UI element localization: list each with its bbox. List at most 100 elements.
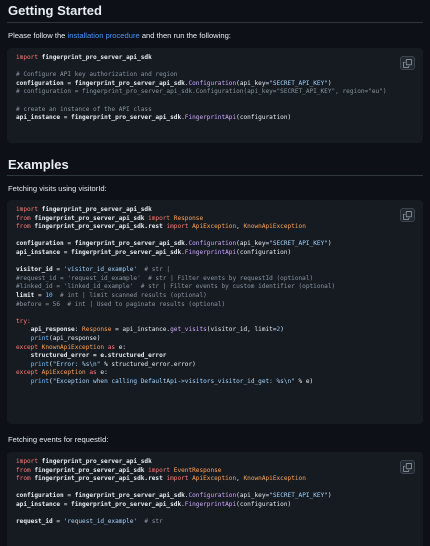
code-token: api_instance — [16, 500, 61, 508]
code-token: print — [30, 360, 50, 368]
code-token: import — [148, 214, 171, 222]
code-comment: # Configure API key authorization and re… — [16, 71, 178, 79]
copy-icon — [403, 58, 412, 68]
code-token: fingerprint_pro_server_api_sdk — [38, 458, 152, 465]
code-token: KnownApiException — [243, 475, 306, 483]
code-token: % structured_error.error) — [100, 360, 196, 368]
installation-procedure-link[interactable]: installation procedure — [68, 31, 140, 40]
code-token: configuration — [16, 79, 64, 87]
code-token: import — [16, 458, 39, 465]
code-token: = — [63, 79, 75, 87]
copy-button[interactable] — [400, 460, 415, 474]
code-token: 'visitor_id_example' — [63, 266, 138, 274]
code-token: fingerprint_pro_server_api_sdk.rest — [30, 223, 167, 231]
copy-button[interactable] — [400, 56, 415, 70]
intro-text-before: Please follow the — [8, 31, 68, 40]
code-token: e: — [115, 343, 127, 351]
code-comment: # configuration = fingerprint_pro_server… — [16, 88, 387, 96]
code-comment: # int | limit scanned results (optional) — [52, 291, 207, 299]
code-token: = — [60, 500, 72, 508]
code-comment: #linked_id = 'linked_id_example' # str |… — [16, 283, 336, 291]
code-token: ApiException — [188, 475, 237, 483]
code-block-get-event: import fingerprint_pro_server_api_sdk fr… — [7, 452, 423, 546]
code-token: (configuration) — [236, 114, 292, 122]
code-token: KnownApiException — [38, 343, 105, 351]
code-text: import fingerprint_pro_server_api_sdk fr… — [16, 206, 414, 386]
code-token: ) — [327, 492, 332, 500]
code-block-getting-started: import fingerprint_pro_server_api_sdk # … — [7, 48, 423, 143]
code-token: configuration — [16, 240, 64, 248]
code-token: from — [16, 223, 31, 231]
heading-divider — [7, 22, 423, 23]
code-token: = — [52, 518, 64, 526]
code-token: limit — [16, 291, 35, 299]
code-token: 'request_id_example' — [63, 518, 138, 526]
code-token: Response — [82, 326, 112, 334]
copy-icon — [403, 210, 412, 220]
code-token: from — [16, 466, 31, 474]
code-token: KnownApiException — [243, 223, 306, 231]
examples-heading: Examples — [8, 157, 69, 172]
code-token: except — [16, 343, 39, 351]
code-token: visitor_id — [16, 266, 53, 274]
code-token: Configuration — [188, 79, 237, 87]
heading-divider — [7, 175, 423, 176]
code-token: "SECRET_API_KEY" — [269, 492, 328, 500]
code-token: = — [34, 291, 46, 299]
code-token: (configuration) — [236, 500, 292, 508]
code-token: (api_key= — [236, 492, 270, 500]
code-token: as — [104, 343, 116, 351]
code-token: : — [74, 326, 83, 334]
code-comment: # str — [137, 518, 163, 526]
code-token: fingerprint_pro_server_api_sdk.rest — [30, 475, 167, 483]
code-comment: #request_id = 'request_id_example' # str… — [16, 274, 314, 282]
code-token: (configuration) — [236, 248, 292, 256]
code-token: except — [16, 369, 39, 377]
code-token: ApiException — [38, 369, 86, 377]
code-text: import fingerprint_pro_server_api_sdk fr… — [16, 458, 414, 527]
copy-icon — [403, 462, 412, 472]
code-token: "SECRET_API_KEY" — [269, 240, 328, 248]
code-token: = — [60, 248, 72, 256]
code-text: import fingerprint_pro_server_api_sdk # … — [16, 54, 414, 123]
code-token: = — [63, 492, 75, 500]
getting-started-intro: Please follow the installation procedure… — [8, 31, 231, 40]
code-token: as — [85, 369, 97, 377]
intro-text-after: and then run the following: — [139, 31, 231, 40]
getting-started-heading: Getting Started — [8, 3, 102, 18]
code-token: "Error: %s\n" — [52, 360, 101, 368]
code-token: fingerprint_pro_server_api_sdk — [71, 114, 182, 122]
code-token: configuration — [16, 492, 64, 500]
code-token: fingerprint_pro_server_api_sdk — [71, 248, 182, 256]
code-token: EventResponse — [170, 466, 222, 474]
code-token: from — [16, 214, 31, 222]
code-token: 10 — [45, 291, 53, 299]
code-comment: #before = 56 # int | Used to paginate re… — [16, 300, 226, 308]
readme-page: Getting Started Please follow the instal… — [0, 0, 430, 546]
copy-button[interactable] — [400, 208, 415, 222]
code-token: import — [16, 54, 39, 61]
code-token: fingerprint_pro_server_api_sdk — [30, 214, 149, 222]
code-comment: # create an instance of the API class — [16, 105, 152, 113]
code-token: FingerprintApi — [184, 114, 237, 122]
code-token: import — [166, 223, 189, 231]
code-token: fingerprint_pro_server_api_sdk — [74, 240, 185, 248]
code-token: try: — [16, 317, 31, 325]
code-token: fingerprint_pro_server_api_sdk — [74, 79, 185, 87]
code-token: import — [166, 475, 189, 483]
code-block-get-visits: import fingerprint_pro_server_api_sdk fr… — [7, 200, 423, 424]
code-token: fingerprint_pro_server_api_sdk — [30, 466, 149, 474]
code-token: Response — [170, 214, 204, 222]
code-token: "Exception when calling DefaultApi->visi… — [52, 377, 295, 385]
code-token: ) — [280, 326, 284, 334]
code-token: FingerprintApi — [184, 500, 237, 508]
events-intro: Fetching events for requestId: — [8, 435, 109, 444]
code-token: (visitor_id, limit= — [206, 326, 277, 334]
code-token: , — [236, 475, 244, 483]
code-token: fingerprint_pro_server_api_sdk — [38, 206, 152, 213]
code-token: fingerprint_pro_server_api_sdk — [74, 492, 185, 500]
code-token: ApiException — [188, 223, 237, 231]
